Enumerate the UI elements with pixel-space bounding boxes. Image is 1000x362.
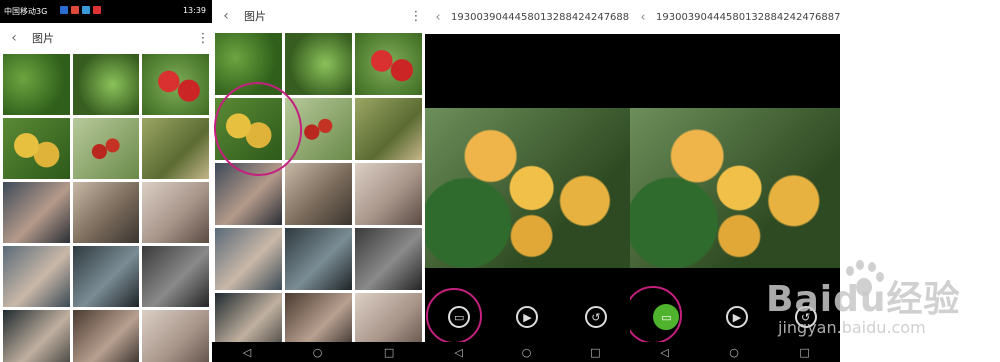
- photo-thumbnail[interactable]: [3, 118, 70, 179]
- photo-view[interactable]: [630, 108, 840, 268]
- system-nav-bar: ◁ ○ □: [212, 342, 425, 362]
- nav-home-icon[interactable]: ○: [729, 346, 739, 359]
- play-icon[interactable]: ▶: [725, 306, 748, 328]
- photo-thumbnail[interactable]: [285, 163, 352, 225]
- photo-thumbnail[interactable]: [72, 118, 140, 179]
- photo-thumbnail[interactable]: [355, 98, 422, 160]
- app-icon: [71, 6, 79, 14]
- chevron-left-icon[interactable]: ‹: [425, 10, 451, 25]
- photo-thumbnail[interactable]: [142, 118, 209, 179]
- photo-thumbnail[interactable]: [355, 163, 422, 225]
- photo-view[interactable]: [425, 108, 630, 268]
- nav-recents-icon[interactable]: □: [384, 346, 394, 359]
- nav-back-icon[interactable]: ◁: [243, 346, 251, 359]
- photo-thumbnail[interactable]: [355, 228, 422, 290]
- page-title: 图片: [32, 32, 54, 45]
- play-icon[interactable]: ▶: [516, 306, 539, 328]
- photo-thumbnail[interactable]: [3, 246, 70, 307]
- nav-recents-icon[interactable]: □: [590, 346, 600, 359]
- app-bar: ‹ 图片 ⋮: [212, 2, 425, 30]
- photo-thumbnail[interactable]: [285, 228, 352, 290]
- status-bar: 中国移动3G 13:39: [0, 0, 212, 23]
- gallery-screen-2: ‹ 图片 ⋮ ◁ ○ □: [212, 0, 425, 362]
- chevron-left-icon[interactable]: ‹: [630, 10, 656, 25]
- gallery-screen-1: 中国移动3G 13:39 ‹ 图片 ⋮: [0, 0, 212, 362]
- nav-back-icon[interactable]: ◁: [660, 346, 668, 359]
- photo-thumbnail[interactable]: [72, 310, 140, 362]
- chevron-left-icon[interactable]: ‹: [4, 30, 24, 46]
- rotate-icon[interactable]: ↺: [584, 306, 607, 328]
- more-vert-icon[interactable]: ⋮: [196, 31, 210, 46]
- carrier-label: 中国移动3G: [4, 7, 48, 16]
- chevron-left-icon[interactable]: ‹: [216, 8, 236, 24]
- photo-viewer-2: ‹ 19300390444580132884242476887... ▭ ▶ ↺…: [630, 0, 840, 362]
- nav-back-icon[interactable]: ◁: [454, 346, 462, 359]
- viewer-top-bar: ‹ 19300390444580132884242476887...: [630, 0, 840, 34]
- file-name: 19300390444580132884242476887...: [451, 11, 630, 23]
- annotation-circle: [426, 288, 482, 344]
- photo-grid: [3, 54, 209, 362]
- photo-thumbnail[interactable]: [355, 33, 422, 95]
- photo-thumbnail[interactable]: [3, 182, 70, 243]
- photo-thumbnail[interactable]: [285, 33, 352, 95]
- nav-recents-icon[interactable]: □: [799, 346, 809, 359]
- photo-thumbnail[interactable]: [3, 54, 70, 115]
- photo-thumbnail[interactable]: [142, 54, 209, 115]
- photo-thumbnail[interactable]: [142, 310, 209, 362]
- nav-home-icon[interactable]: ○: [313, 346, 323, 359]
- photo-thumbnail[interactable]: [215, 228, 282, 290]
- photo-thumbnail[interactable]: [72, 246, 140, 307]
- photo-viewer-1: ‹ 19300390444580132884242476887... ▭ ▶ ↺…: [425, 0, 630, 362]
- system-nav-bar: ◁ ○ □: [425, 342, 630, 362]
- photo-thumbnail[interactable]: [142, 182, 209, 243]
- app-icon: [93, 6, 101, 14]
- rotate-icon[interactable]: ↺: [794, 306, 817, 328]
- photo-thumbnail[interactable]: [72, 54, 140, 115]
- file-name: 19300390444580132884242476887...: [656, 11, 840, 23]
- photo-thumbnail[interactable]: [72, 182, 140, 243]
- blank-margin: [840, 0, 1000, 362]
- photo-grid: [215, 33, 422, 355]
- app-icon: [60, 6, 68, 14]
- clock: 13:39: [182, 6, 206, 15]
- viewer-top-bar: ‹ 19300390444580132884242476887...: [425, 0, 630, 34]
- app-icon: [82, 6, 90, 14]
- more-vert-icon[interactable]: ⋮: [409, 9, 423, 24]
- photo-thumbnail[interactable]: [3, 310, 70, 362]
- system-nav-bar: ◁ ○ □: [630, 342, 840, 362]
- page-title: 图片: [244, 10, 266, 23]
- app-bar: ‹ 图片 ⋮: [0, 24, 212, 52]
- photo-thumbnail[interactable]: [142, 246, 209, 307]
- nav-home-icon[interactable]: ○: [522, 346, 532, 359]
- status-icons: [60, 6, 101, 14]
